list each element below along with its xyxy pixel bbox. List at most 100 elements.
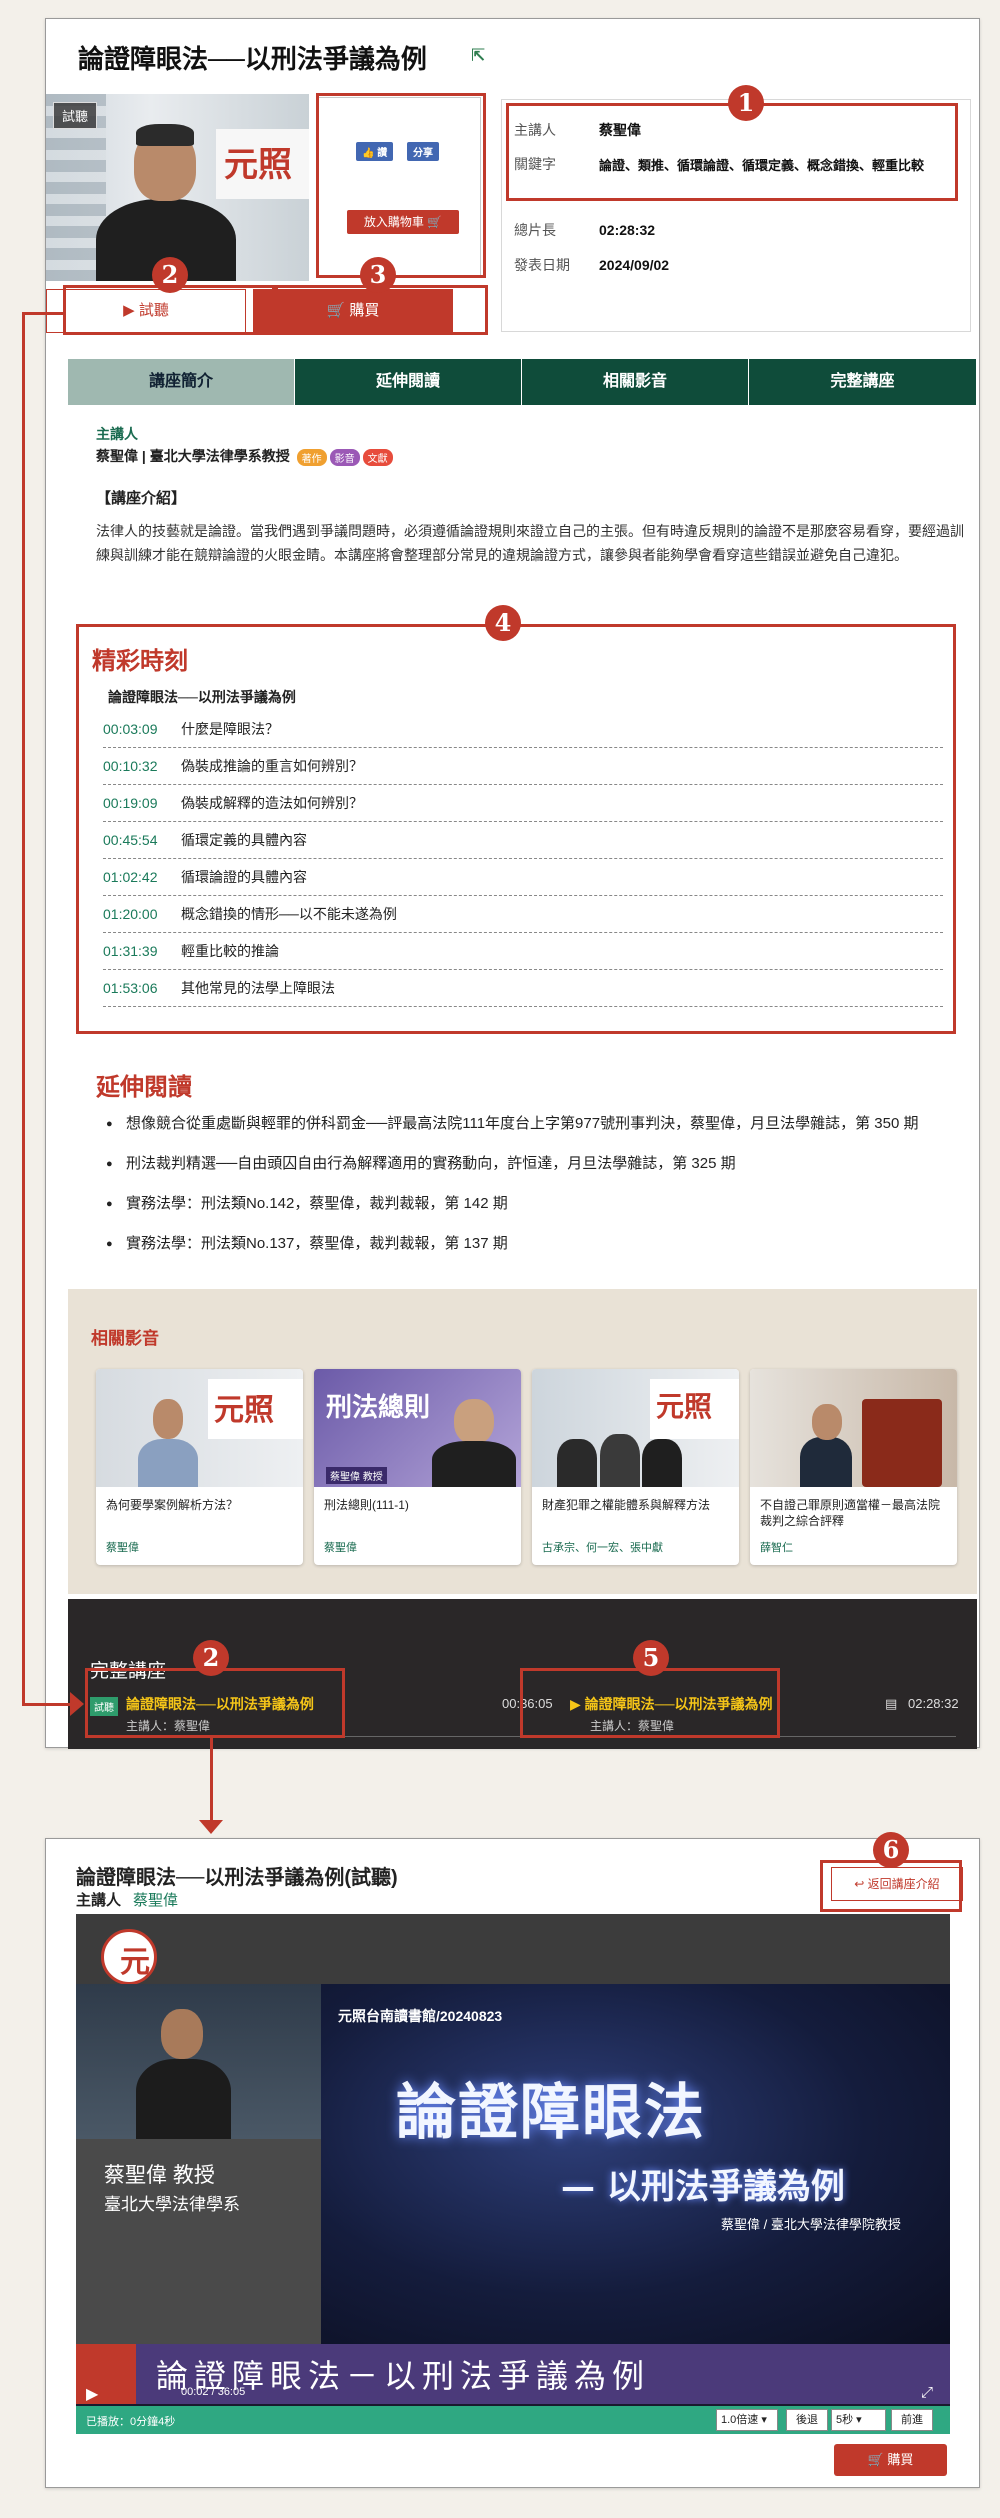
related-video-card[interactable]: 刑法總則 蔡聖偉 教授 刑法總則(111-1) 蔡聖偉	[314, 1369, 521, 1565]
chapter-time[interactable]: 00:45:54	[103, 822, 181, 859]
card-author: 蔡聖偉	[106, 1542, 139, 1554]
course-tabs: 講座簡介 延伸閱讀 相關影音 完整講座	[68, 359, 977, 405]
poster-title: 刑法總則	[326, 1393, 431, 1423]
chapter-title: 循環定義的具體內容	[181, 832, 307, 848]
card-author: 薛智仁	[760, 1542, 793, 1554]
player-lecturer-name[interactable]: 蔡聖偉	[133, 1892, 178, 1909]
chapter-item[interactable]: 00:03:09 什麼是障眼法？	[103, 711, 943, 748]
related-video-card[interactable]: 元照 財產犯罪之權能體系與解釋方法 古承宗、何一宏、張中獻	[532, 1369, 739, 1565]
course-cover-image: 元照 試聽	[46, 94, 309, 281]
chapter-item[interactable]: 01:31:39 輕重比較的推論	[103, 933, 943, 970]
publish-date-value: 2024/09/02	[599, 257, 670, 273]
intro-text: 法律人的技藝就是論證。當我們遇到爭議問題時，必須遵循論證規則來證立自己的主張。但…	[96, 523, 964, 563]
trial-badge: 試聽	[53, 102, 98, 129]
card-title: 不自證己罪原則適當權－最高法院裁判之綜合評釋	[760, 1498, 941, 1528]
forward-button[interactable]: 前進	[891, 2409, 933, 2431]
chapter-item[interactable]: 01:53:06 其他常見的法學上障眼法	[103, 970, 943, 1007]
card-author: 蔡聖偉	[324, 1542, 357, 1554]
card-title: 為何要學案例解析方法？	[106, 1498, 239, 1512]
reading-item[interactable]: 想像競合從重處斷與輕罪的併科罰金──評最高法院111年度台上字第977號刑事判決…	[96, 1111, 956, 1137]
chapter-title: 偽裝成解釋的造法如何辨別？	[181, 795, 363, 811]
chapter-time[interactable]: 01:02:42	[103, 859, 181, 896]
annotation-box-1	[506, 103, 958, 201]
chapter-title: 輕重比較的推論	[181, 943, 279, 959]
tab-full-lectures[interactable]: 完整講座	[749, 359, 976, 405]
tag-media[interactable]: 影音	[329, 448, 360, 466]
video-player[interactable]: 元 蔡聖偉 教授 臺北大學法律學系 元照台南讀書館/20240823 論證障眼法…	[76, 1914, 950, 2434]
angle-logo-text: 元照	[656, 1390, 713, 1423]
chapter-title: 循環論證的具體內容	[181, 869, 307, 885]
connector-line	[22, 312, 25, 1705]
intro-heading: 【講座介紹】	[96, 490, 187, 507]
connector-line	[22, 312, 63, 315]
tab-related-videos[interactable]: 相關影音	[522, 359, 749, 405]
tag-works[interactable]: 著作	[296, 448, 327, 466]
chapter-item[interactable]: 00:10:32 偽裝成推論的重言如何辨別？	[103, 748, 943, 785]
lecturer-name[interactable]: 蔡聖偉 | 臺北大學法律學系教授	[96, 448, 290, 464]
related-video-card[interactable]: 元照 為何要學案例解析方法？ 蔡聖偉	[96, 1369, 303, 1565]
duration-value: 02:28:32	[599, 222, 656, 238]
connector-line	[210, 1738, 213, 1830]
video-label: 元照台南讀書館/20240823	[338, 2008, 503, 2024]
arrow-head-icon	[70, 1692, 84, 1716]
highlights-subtitle: 論證障眼法──以刑法爭議為例	[108, 689, 296, 705]
chapter-item[interactable]: 00:19:09 偽裝成解釋的造法如何辨別？	[103, 785, 943, 822]
card-title: 刑法總則(111-1)	[324, 1498, 409, 1512]
video-big-title: 論證障眼法	[396, 2078, 706, 2148]
speaker-name: 蔡聖偉 教授	[104, 2164, 215, 2187]
video-signature: 蔡聖偉 / 臺北大學法律學院教授	[721, 2217, 901, 2232]
annotation-box-5	[520, 1668, 780, 1738]
duration-label: 總片長	[514, 222, 556, 238]
angle-logo-text: 元照	[224, 145, 292, 185]
video-sub-title: — 以刑法爭議為例	[561, 2167, 845, 2207]
lecturer-section-label: 主講人	[96, 426, 138, 442]
annotation-number-2: 2	[152, 257, 188, 293]
video-time: 00:02 / 36:05	[181, 2386, 246, 2398]
chapter-time[interactable]: 01:20:00	[103, 896, 181, 933]
publish-date-label: 發表日期	[514, 257, 570, 273]
card-author: 古承宗、何一宏、張中獻	[542, 1542, 663, 1554]
external-share-icon[interactable]: ⇱	[471, 45, 493, 67]
document-icon: ▤	[885, 1696, 898, 1711]
course-title: 論證障眼法──以刑法爭議為例	[78, 44, 427, 74]
reading-item[interactable]: 實務法學：刑法類No.137，蔡聖偉，裁判裁報，第 137 期	[96, 1231, 956, 1257]
player-buy-button[interactable]: 🛒 購買	[834, 2444, 947, 2476]
chapter-title: 偽裝成推論的重言如何辨別？	[181, 758, 363, 774]
player-panel: 論證障眼法──以刑法爭議為例(試聽) 主講人 蔡聖偉 ↩ 返回講座介紹 元 蔡聖偉…	[45, 1838, 980, 2488]
seek-step-select[interactable]: 5秒 ▾	[831, 2409, 886, 2431]
lecturer-line: 蔡聖偉 | 臺北大學法律學系教授 著作 影音 文獻	[96, 446, 393, 466]
chapter-time[interactable]: 00:10:32	[103, 748, 181, 785]
annotation-number-5: 5	[633, 1640, 669, 1676]
annotation-box-2b	[85, 1668, 345, 1738]
chapter-item[interactable]: 01:20:00 概念錯換的情形──以不能未遂為例	[103, 896, 943, 933]
chapter-time[interactable]: 01:53:06	[103, 970, 181, 1007]
poster-speaker: 蔡聖偉 教授	[326, 1467, 387, 1484]
player-title: 論證障眼法──以刑法爭議為例(試聽)	[76, 1867, 398, 1889]
chapter-title: 其他常見的法學上障眼法	[181, 980, 335, 996]
logo-glyph: 元	[120, 1945, 150, 1980]
related-videos-title: 相關影音	[91, 1329, 159, 1348]
speed-select[interactable]: 1.0倍速 ▾	[716, 2409, 778, 2431]
publisher-logo: 元	[101, 1929, 157, 1985]
rewind-button[interactable]: 後退	[786, 2409, 828, 2431]
annotation-number-6: 6	[873, 1832, 909, 1868]
tab-extended-reading[interactable]: 延伸閱讀	[295, 359, 522, 405]
chapter-item[interactable]: 00:45:54 循環定義的具體內容	[103, 822, 943, 859]
chapter-item[interactable]: 01:02:42 循環論證的具體內容	[103, 859, 943, 896]
card-title: 財產犯罪之權能體系與解釋方法	[542, 1498, 711, 1512]
tag-literature[interactable]: 文獻	[362, 448, 393, 466]
extended-reading-list: 想像競合從重處斷與輕罪的併科罰金──評最高法院111年度台上字第977號刑事判決…	[96, 1111, 956, 1271]
fullscreen-icon[interactable]: ⤢	[921, 2384, 933, 2401]
chapter-time[interactable]: 00:19:09	[103, 785, 181, 822]
highlights-title: 精彩時刻	[92, 648, 188, 675]
related-video-card[interactable]: 不自證己罪原則適當權－最高法院裁判之綜合評釋 薛智仁	[750, 1369, 957, 1565]
reading-item[interactable]: 刑法裁判精選──自由頭囚自由行為解釋適用的實務動向，許恒達，月旦法學雜誌，第 3…	[96, 1151, 956, 1177]
play-icon[interactable]: ▶	[86, 2384, 98, 2404]
tab-intro[interactable]: 講座簡介	[68, 359, 295, 405]
video-controls: ▶ 00:02 / 36:05 ⤢	[76, 2384, 950, 2406]
reading-item[interactable]: 實務法學：刑法類No.142，蔡聖偉，裁判裁報，第 142 期	[96, 1191, 956, 1217]
chapter-time[interactable]: 00:03:09	[103, 711, 181, 748]
annotation-number-1: 1	[728, 85, 764, 121]
connector-line	[22, 1703, 77, 1706]
chapter-time[interactable]: 01:31:39	[103, 933, 181, 970]
